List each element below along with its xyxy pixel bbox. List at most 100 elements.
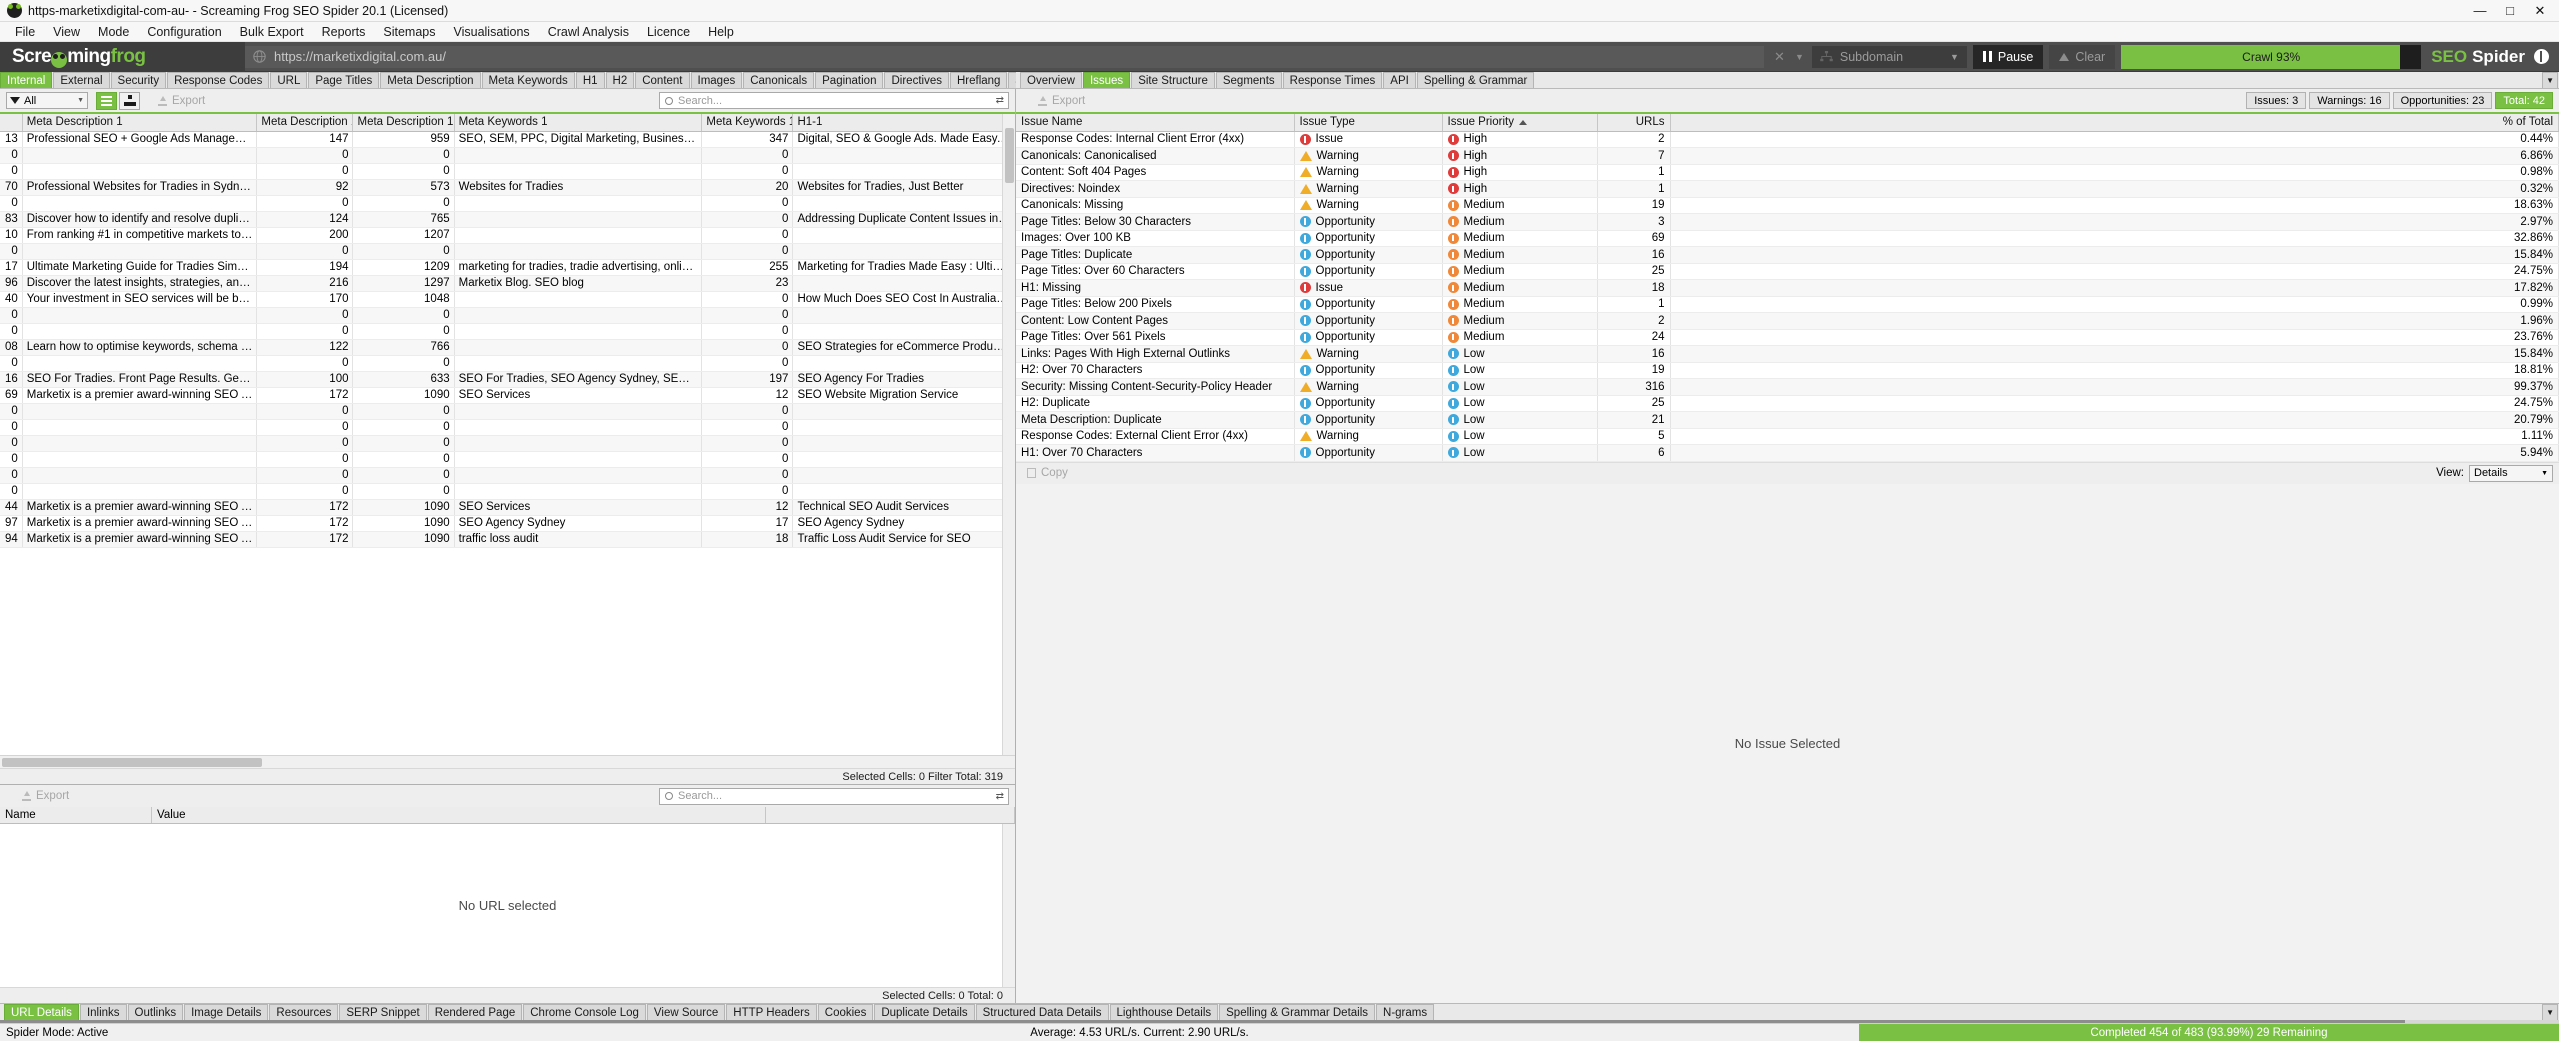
issue-name[interactable]: Canonicals: Canonicalised <box>1016 147 1295 165</box>
issue-row[interactable]: Page Titles: Below 30 Characters Opportun… <box>1016 213 2559 231</box>
bottom-tab-n-grams[interactable]: N-grams <box>1376 1004 1435 1020</box>
issue-urls[interactable]: 69 <box>1597 230 1671 247</box>
issue-urls[interactable]: 6 <box>1597 444 1671 462</box>
cell-h1[interactable] <box>792 435 1015 452</box>
search-input[interactable]: Search... ⇄ <box>659 92 1009 109</box>
cell-kwlen[interactable]: 0 <box>701 147 794 164</box>
cell-c0[interactable]: 0 <box>0 419 23 436</box>
issue-type[interactable]: Opportunity <box>1294 296 1443 313</box>
cell-px[interactable]: 1048 <box>352 291 455 308</box>
cell-desc[interactable] <box>22 435 258 452</box>
tab-url[interactable]: URL <box>270 72 308 88</box>
cell-px[interactable]: 0 <box>352 243 455 260</box>
url-history-caret-icon[interactable]: ▼ <box>1795 52 1804 62</box>
cell-desc[interactable] <box>22 451 258 468</box>
menu-item-reports[interactable]: Reports <box>313 23 375 41</box>
cell-desc[interactable]: Marketix is a premier award-winning SEO … <box>22 515 258 532</box>
issue-percent[interactable]: 18.81% <box>1670 362 2559 379</box>
cell-kwlen[interactable]: 12 <box>701 387 794 404</box>
close-button[interactable]: ✕ <box>2525 1 2555 21</box>
bottom-tab-lighthouse-details[interactable]: Lighthouse Details <box>1109 1004 1219 1020</box>
issue-name[interactable]: Page Titles: Duplicate <box>1016 246 1295 264</box>
issue-priority[interactable]: Low <box>1442 378 1598 396</box>
issue-type[interactable]: Opportunity <box>1294 444 1443 462</box>
cell-len[interactable]: 0 <box>256 483 354 500</box>
cell-c0[interactable]: 0 <box>0 195 23 212</box>
table-row[interactable]: 96 Discover the latest insights, strategi… <box>0 275 1015 292</box>
bottom-tab-overflow-caret-icon[interactable]: ▼ <box>2542 1004 2558 1020</box>
issue-urls[interactable]: 7 <box>1597 147 1671 165</box>
cell-c0[interactable]: 94 <box>0 531 23 548</box>
cell-h1[interactable] <box>792 467 1015 484</box>
table-row[interactable]: 69 Marketix is a premier award-winning SE… <box>0 387 1015 404</box>
issue-row[interactable]: Page Titles: Over 60 Characters Opportuni… <box>1016 263 2559 280</box>
issue-type[interactable]: Opportunity <box>1294 362 1443 379</box>
cell-h1[interactable] <box>792 147 1015 164</box>
issue-urls[interactable]: 18 <box>1597 279 1671 297</box>
cell-kwlen[interactable]: 20 <box>701 179 794 196</box>
table-row[interactable]: 17 Ultimate Marketing Guide for Tradies S… <box>0 259 1015 276</box>
cell-c0[interactable]: 70 <box>0 179 23 196</box>
issue-type[interactable]: Warning <box>1294 378 1443 396</box>
cell-desc[interactable] <box>22 467 258 484</box>
cell-len[interactable]: 92 <box>256 179 354 196</box>
tab-response-codes[interactable]: Response Codes <box>167 72 270 88</box>
issue-urls[interactable]: 16 <box>1597 246 1671 264</box>
issue-priority[interactable]: High <box>1442 164 1598 181</box>
tab-canonicals[interactable]: Canonicals <box>743 72 815 88</box>
cell-kw[interactable] <box>454 211 703 228</box>
cell-len[interactable]: 194 <box>256 259 354 276</box>
issue-row[interactable]: Response Codes: External Client Error (4… <box>1016 428 2559 445</box>
cell-px[interactable]: 1090 <box>352 387 455 404</box>
cell-desc[interactable]: Professional SEO + Google Ads Management… <box>22 131 258 148</box>
issue-name[interactable]: H1: Missing <box>1016 279 1295 297</box>
cell-h1[interactable]: Websites for Tradies, Just Better <box>792 179 1015 196</box>
cell-kwlen[interactable]: 0 <box>701 403 794 420</box>
issue-urls[interactable]: 2 <box>1597 312 1671 330</box>
issue-row[interactable]: Page Titles: Duplicate Opportunity Medium 1… <box>1016 246 2559 264</box>
tab-internal[interactable]: Internal <box>0 72 53 88</box>
cell-desc[interactable]: Ultimate Marketing Guide for Tradies Sim… <box>22 259 258 276</box>
table-row[interactable]: 0000 <box>0 467 1015 484</box>
cell-h1[interactable] <box>792 243 1015 260</box>
issue-type[interactable]: Warning <box>1294 180 1443 198</box>
column-header-meta-description-1-length[interactable]: Meta Description 1 Length <box>256 114 354 132</box>
table-row[interactable]: 44 Marketix is a premier award-winning SE… <box>0 499 1015 516</box>
bottom-tab-spelling-grammar-details[interactable]: Spelling & Grammar Details <box>1219 1004 1376 1020</box>
cell-kwlen[interactable]: 0 <box>701 211 794 228</box>
cell-px[interactable]: 0 <box>352 451 455 468</box>
table-row[interactable]: 0000 <box>0 435 1015 452</box>
issue-name[interactable]: Security: Missing Content-Security-Polic… <box>1016 378 1295 396</box>
cell-px[interactable]: 633 <box>352 371 455 388</box>
cell-kwlen[interactable]: 12 <box>701 499 794 516</box>
cell-c0[interactable]: 69 <box>0 387 23 404</box>
cell-px[interactable]: 0 <box>352 195 455 212</box>
cell-kw[interactable]: SEO, SEM, PPC, Digital Marketing, Busine… <box>454 131 703 148</box>
issue-row[interactable]: Security: Missing Content-Security-Polic… <box>1016 378 2559 396</box>
cell-px[interactable]: 1297 <box>352 275 455 292</box>
tab-meta-description[interactable]: Meta Description <box>380 72 481 88</box>
table-row[interactable]: 0000 <box>0 323 1015 340</box>
cell-c0[interactable]: 0 <box>0 355 23 372</box>
cell-len[interactable]: 0 <box>256 307 354 324</box>
cell-desc[interactable] <box>22 323 258 340</box>
bottom-tab-cookies[interactable]: Cookies <box>817 1004 874 1020</box>
tab-page-titles[interactable]: Page Titles <box>308 72 380 88</box>
cell-len[interactable]: 0 <box>256 147 354 164</box>
cell-kwlen[interactable]: 0 <box>701 339 794 356</box>
cell-kw[interactable] <box>454 355 703 372</box>
clear-button[interactable]: Clear <box>2049 44 2116 69</box>
issue-type[interactable]: Opportunity <box>1294 411 1443 429</box>
right-tab-overflow-caret-icon[interactable]: ▼ <box>2542 72 2558 88</box>
cell-len[interactable]: 0 <box>256 451 354 468</box>
tab-site-structure[interactable]: Site Structure <box>1131 72 1215 88</box>
bottom-tab-outlinks[interactable]: Outlinks <box>127 1004 184 1020</box>
cell-c0[interactable]: 0 <box>0 243 23 260</box>
issue-row[interactable]: H1: Over 70 Characters Opportunity Low 6 5.9… <box>1016 444 2559 462</box>
cell-c0[interactable]: 10 <box>0 227 23 244</box>
menu-item-view[interactable]: View <box>44 23 89 41</box>
issue-name[interactable]: Page Titles: Below 200 Pixels <box>1016 296 1295 313</box>
cell-len[interactable]: 200 <box>256 227 354 244</box>
issue-priority[interactable]: Low <box>1442 362 1598 379</box>
cell-c0[interactable]: 16 <box>0 371 23 388</box>
